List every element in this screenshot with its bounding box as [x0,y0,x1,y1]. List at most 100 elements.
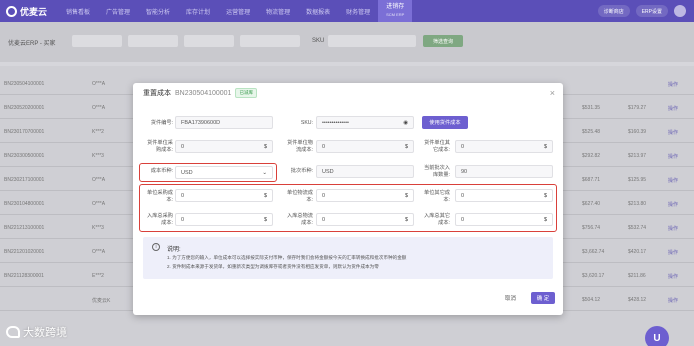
notice-line: 2. 货件制成本来源于发货单，如重新次类型为调拨库存或者货件没有相应发货单，则默… [167,264,379,269]
table-cell: $125.95 [628,177,647,183]
nav-item[interactable]: 库存计划 [178,0,218,22]
use-shipment-cost-button[interactable]: 使用货件成本 [422,116,468,129]
nav-item[interactable]: 财务管理 [338,0,378,22]
in-other-input[interactable]: 0 $ [455,213,553,226]
currency-unit: $ [263,216,267,223]
close-icon[interactable]: × [550,88,555,98]
table-cell: $213.80 [628,201,647,207]
watermark-logo-icon [6,326,20,338]
batch-currency-label: 批次币种: [290,168,313,174]
currency-label: 成本币种: [150,168,173,174]
in-purchase-label: 入库总采购成本: [147,213,173,226]
table-cell: $213.97 [628,153,647,159]
nav-item[interactable]: 数据报表 [298,0,338,22]
purchase-unit-field[interactable]: 0 $ [175,140,273,153]
row-action-link[interactable]: 操作 [668,81,678,88]
filter-field[interactable] [72,35,122,47]
modal-batch-code: BN230504100001 [175,89,232,97]
unit-other-label: 单位其它成本: [424,190,450,203]
nav-item-active[interactable]: 进销存 SCM ERP [378,0,413,22]
cancel-button[interactable]: 取消 [505,294,516,302]
row-action-link[interactable]: 操作 [668,105,678,112]
unit-other-input[interactable]: 0 $ [455,189,553,202]
currency-unit: $ [263,143,267,150]
shipment-label: 货件编号: [150,120,173,126]
currency-unit: $ [404,192,408,199]
row-action-link[interactable]: 操作 [668,297,678,304]
table-cell: O***A [92,249,106,255]
table-cell: K***3 [92,225,104,231]
status-badge: 已减库 [235,88,257,98]
filter-bar: 优麦云ERP - 买家 SKU 筛选查询 [0,22,694,62]
purchase-unit-value: 0 [181,143,185,150]
currency-unit: $ [263,192,267,199]
filter-field[interactable] [184,35,234,47]
nav-items: 销售看板 广告管理 智能分析 库存计划 运营管理 物流管理 数据报表 财务管理 … [58,0,413,22]
table-cell: $756.74 [582,225,601,231]
search-button[interactable]: 筛选查询 [423,35,463,47]
qty-field: 90 [455,165,553,178]
table-cell: $3,662.74 [582,249,605,255]
filter-label: 优麦云ERP - 买家 [8,41,56,47]
nav-item[interactable]: 物流管理 [258,0,298,22]
unit-logistics-input[interactable]: 0 $ [316,189,414,202]
sku-filter-label: SKU [312,38,325,44]
table-cell: BN230520200001 [4,105,45,111]
nav-item[interactable]: 智能分析 [138,0,178,22]
avatar[interactable] [674,5,686,17]
logistics-unit-field[interactable]: 0 $ [316,140,414,153]
table-cell: $525.48 [582,129,601,135]
row-action-link[interactable]: 操作 [668,153,678,160]
table-cell: BN230104800001 [4,201,45,207]
row-action-link[interactable]: 操作 [668,177,678,184]
confirm-button[interactable]: 确 定 [531,292,555,304]
logistics-unit-value: 0 [322,143,326,150]
table-cell: $211.86 [628,273,646,279]
table-cell: BN221213100001 [4,225,45,231]
shipment-field[interactable]: FBA17390600D [175,116,273,129]
table-cell: $160.39 [628,129,647,135]
other-unit-label: 货件单位其它成本: [424,140,450,153]
currency-select[interactable]: USD ⌄ [175,166,273,179]
table-cell: BN221128300001 [4,273,44,279]
row-action-link[interactable]: 操作 [668,225,678,232]
table-cell: $292.82 [582,153,601,159]
row-action-link[interactable]: 操作 [668,273,678,280]
watermark: 大数跨境 [6,324,67,340]
currency-unit: $ [404,216,408,223]
in-other-label: 入库总其它成本: [424,213,450,226]
sku-value: •••••••••••••• [322,119,349,126]
erp-settings-button[interactable]: ERP设置 [635,5,668,17]
eye-icon[interactable]: ◉ [403,120,408,126]
notice-line: 1. 为了方便您的输入，单位成本可以选择按实际支付币种，保存时我们会将金额按今天… [167,255,407,260]
filter-field[interactable] [240,35,300,47]
table-cell: BN221201020001 [4,249,45,255]
logo-text: 优麦云 [20,6,48,17]
logistics-unit-label: 货件单位物流成本: [287,140,313,153]
shipment-value: FBA17390600D [181,119,221,126]
diagnose-button[interactable]: 诊断商店 [597,5,630,17]
other-unit-field[interactable]: 0 $ [455,140,553,153]
sku-filter-input[interactable] [328,35,416,47]
assistant-button[interactable]: U [645,326,669,346]
nav-active-sub: SCM ERP [386,12,405,17]
sku-field[interactable]: •••••••••••••• ◉ [316,116,414,129]
info-icon: i [152,243,160,251]
in-other-value: 0 [461,216,465,223]
nav-item[interactable]: 销售看板 [58,0,98,22]
row-action-link[interactable]: 操作 [668,201,678,208]
app-logo[interactable]: 优麦云 [0,0,58,22]
unit-purchase-input[interactable]: 0 $ [175,189,273,202]
row-action-link[interactable]: 操作 [668,249,678,256]
filter-field[interactable] [128,35,178,47]
in-purchase-input[interactable]: 0 $ [175,213,273,226]
table-cell: $532.74 [628,225,647,231]
unit-logistics-value: 0 [322,192,326,199]
in-purchase-value: 0 [181,216,185,223]
in-logistics-label: 入库总物流成本: [287,213,313,226]
unit-purchase-label: 单位采购成本: [147,190,173,203]
nav-item[interactable]: 运营管理 [218,0,258,22]
in-logistics-input[interactable]: 0 $ [316,213,414,226]
nav-item[interactable]: 广告管理 [98,0,138,22]
row-action-link[interactable]: 操作 [668,129,678,136]
